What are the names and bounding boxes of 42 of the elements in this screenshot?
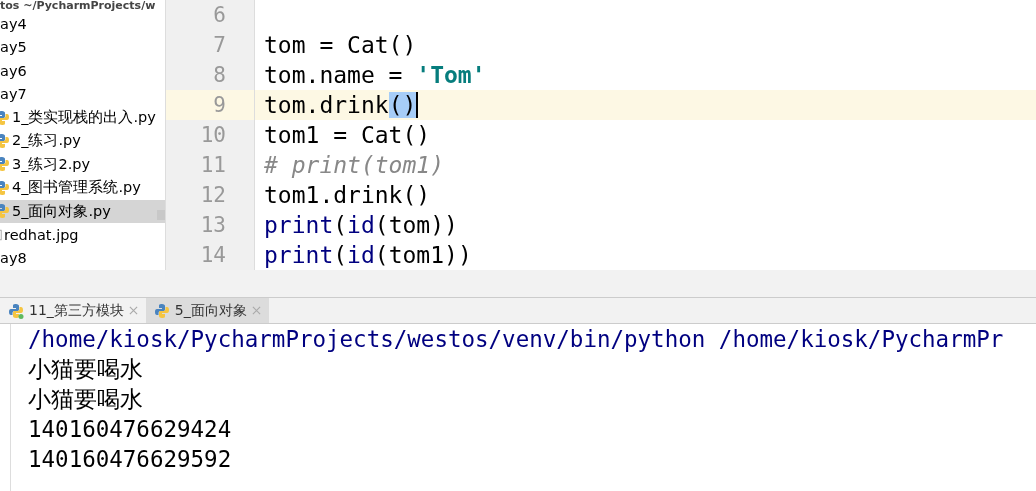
line-number: 8 (212, 62, 227, 89)
tree-item[interactable]: 4_图书管理系统.py (0, 176, 165, 200)
console-line: /home/kiosk/PycharmProjects/westos/venv/bin/python /home/kiosk/PycharmPr (28, 325, 1004, 354)
console-line: 140160476629424 (28, 415, 233, 444)
tree-item[interactable]: ay6 (0, 58, 165, 83)
close-icon[interactable] (128, 306, 138, 315)
tree-item[interactable]: ay4 (0, 12, 165, 36)
code-line: tom.drink() (264, 92, 419, 118)
code-line: # print(tom1) (264, 152, 444, 178)
python-icon (8, 302, 24, 319)
code-editor[interactable]: tom = Cat() tom.name = 'Tom' tom.drink() tom1 = Cat() # print(tom1) tom1.drink() print(id(tom)) print(id(tom1)) (255, 0, 1036, 270)
console-line: 小猫要喝水 (28, 355, 144, 384)
tree-item[interactable]: 1_类实现栈的出入.py (0, 105, 165, 130)
python-icon (153, 302, 170, 319)
code-line: tom = Cat() (264, 32, 417, 58)
tree-item[interactable]: redhat.jpg (0, 223, 165, 247)
line-number: 6 (212, 2, 227, 29)
scrollbar-thumb[interactable] (157, 210, 165, 220)
console-line: 小猫要喝水 (28, 385, 144, 414)
line-number: 12 (199, 182, 227, 209)
code-line: tom1.drink() (264, 182, 431, 208)
line-number: 9 (166, 90, 254, 120)
run-tab[interactable]: 5_面向对象 (145, 298, 269, 323)
line-number: 11 (199, 152, 227, 179)
run-tab[interactable]: 11_第三方模块 (0, 298, 146, 323)
tree-item[interactable]: ay5 (0, 35, 165, 59)
tree-item[interactable]: 2_练习.py (0, 129, 165, 153)
close-icon[interactable] (251, 306, 261, 315)
tree-item[interactable]: 5_面向对象.py (0, 199, 165, 224)
project-path: tos ~/PycharmProjects/w (0, 0, 157, 12)
code-line: tom.name = 'Tom' (264, 62, 486, 88)
tree-item[interactable]: ay8 (0, 246, 165, 270)
code-line: print(id(tom1)) (264, 242, 472, 268)
tree-item[interactable]: ay7 (0, 82, 165, 106)
tree-item[interactable]: 3_练习2.py (0, 152, 165, 177)
line-number: 13 (199, 212, 227, 239)
line-number: 14 (199, 242, 227, 269)
code-line: tom1 = Cat() (264, 122, 431, 148)
line-number: 7 (212, 32, 227, 59)
console-line: 140160476629592 (28, 445, 233, 474)
line-number: 10 (199, 122, 227, 149)
code-line: print(id(tom)) (264, 212, 458, 238)
